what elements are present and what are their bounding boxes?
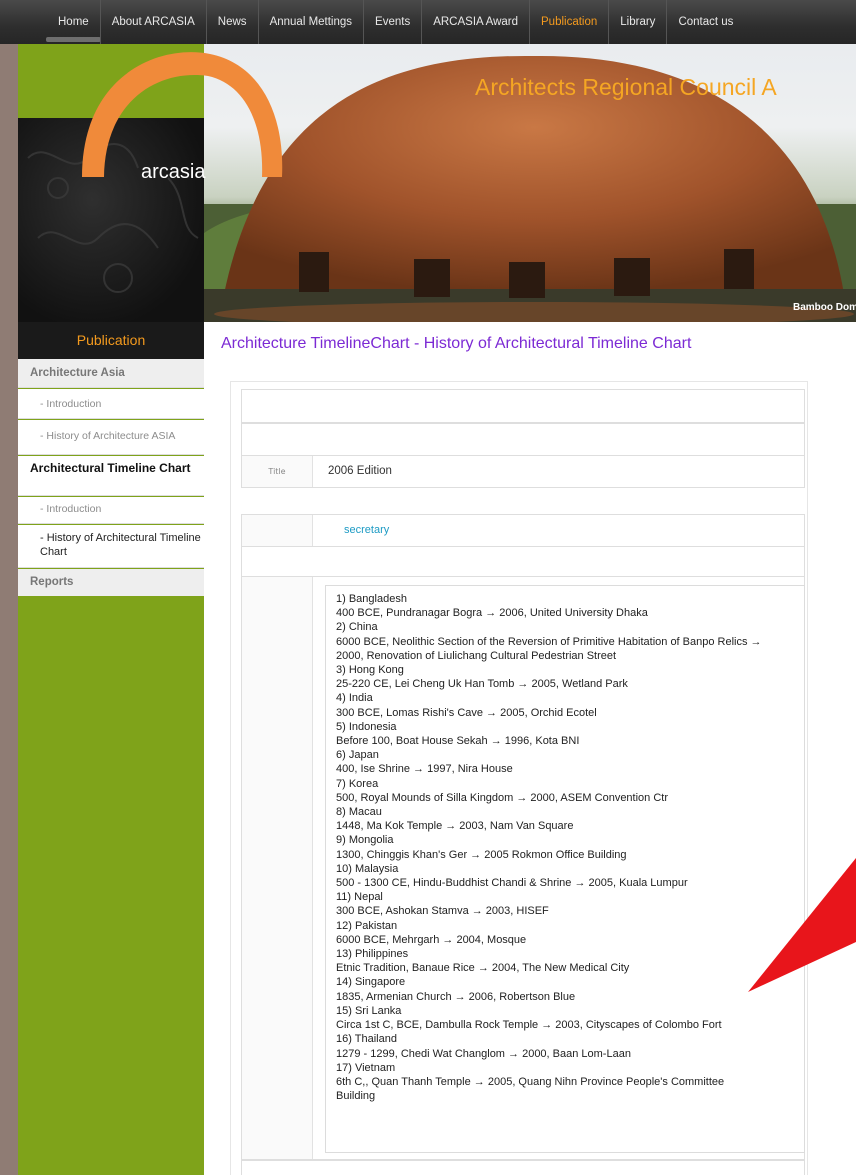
title-label: Title bbox=[268, 467, 286, 476]
nav-item-arcasia-award[interactable]: ARCASIA Award bbox=[422, 0, 531, 44]
author-link[interactable]: secretary bbox=[344, 524, 389, 536]
sidebar-item-history-timeline-chart[interactable]: - History of Architectural Timeline Char… bbox=[18, 525, 204, 568]
timeline-line: 300 BCE, Ashokan Stamva → 2003, HISEF bbox=[336, 905, 549, 918]
timeline-line: 4) India bbox=[336, 692, 373, 705]
table-row-blank-2 bbox=[241, 423, 805, 456]
timeline-line: 16) Thailand bbox=[336, 1033, 397, 1046]
sidebar-item-timeline-introduction[interactable]: - Introduction bbox=[18, 497, 204, 524]
timeline-line: Circa 1st C, BCE, Dambulla Rock Temple →… bbox=[336, 1019, 722, 1032]
nav-item-publication[interactable]: Publication bbox=[530, 0, 610, 44]
timeline-line: 11) Nepal bbox=[336, 891, 383, 904]
sidebar-item-history-architecture-asia[interactable]: - History of Architecture ASIA bbox=[18, 420, 204, 455]
timeline-line: 9) Mongolia bbox=[336, 834, 394, 847]
sidebar-item-label: - Introduction bbox=[40, 398, 102, 410]
timeline-line: 17) Vietnam bbox=[336, 1061, 396, 1074]
table-row-author: secretary bbox=[241, 514, 805, 547]
timeline-line: 3) Hong Kong bbox=[336, 664, 404, 677]
nav-item-contact-us[interactable]: Contact us bbox=[667, 0, 744, 44]
nav-item-about-arcasia[interactable]: About ARCASIA bbox=[101, 0, 207, 44]
timeline-line: 2) China bbox=[336, 621, 378, 634]
timeline-line: 6) Japan bbox=[336, 749, 379, 762]
timeline-line: Etnic Tradition, Banaue Rice → 2004, The… bbox=[336, 962, 630, 975]
table-row-title: Title 2006 Edition bbox=[241, 455, 805, 488]
title-label-cell: Title bbox=[242, 456, 313, 487]
timeline-line: 6th C,, Quan Thanh Temple → 2005, Quang … bbox=[336, 1075, 725, 1088]
sidebar-item-label: - History of Architecture ASIA bbox=[40, 430, 176, 442]
top-navigation: Home About ARCASIA News Annual Mettings Even… bbox=[0, 0, 856, 44]
sidebar-item-label: Architectural Timeline Chart bbox=[30, 461, 191, 475]
nav-item-news[interactable]: News bbox=[207, 0, 259, 44]
timeline-line: 15) Sri Lanka bbox=[336, 1004, 402, 1017]
timeline-line: 1) Bangladesh bbox=[336, 593, 407, 605]
logo-text[interactable]: arcasia bbox=[141, 161, 205, 184]
nav-item-home[interactable]: Home bbox=[47, 0, 101, 44]
timeline-line: 10) Malaysia bbox=[336, 862, 399, 875]
sidebar-item-label: - History of Architectural Timeline Char… bbox=[40, 532, 201, 558]
page-root: Home About ARCASIA News Annual Mettings Even… bbox=[0, 0, 856, 1175]
content-label-cell bbox=[242, 577, 313, 1159]
sidebar-item-architectural-timeline-chart[interactable]: Architectural Timeline Chart bbox=[18, 456, 204, 496]
hero-caption: Bamboo Dome Bi bbox=[793, 302, 856, 313]
hero-title: Architects Regional Council A bbox=[475, 74, 777, 100]
timeline-line: 500, Royal Mounds of Silla Kingdom → 200… bbox=[336, 791, 669, 804]
left-border-strip bbox=[0, 44, 18, 1175]
timeline-line: 13) Philippines bbox=[336, 948, 409, 961]
timeline-line: 1300, Chinggis Khan's Ger → 2005 Rokmon … bbox=[336, 848, 627, 861]
table-row-footer bbox=[241, 1160, 805, 1175]
timeline-line: Before 100, Boat House Sekah → 1996, Kot… bbox=[336, 735, 580, 748]
timeline-line: 2000, Renovation of Liulichang Cultural … bbox=[336, 649, 617, 662]
page-title: Architecture TimelineChart - History of … bbox=[221, 335, 692, 352]
sidebar-item-label: Architecture Asia bbox=[18, 359, 204, 387]
table-row-blank-1 bbox=[241, 389, 805, 423]
nav-list: Home About ARCASIA News Annual Mettings Even… bbox=[47, 0, 744, 44]
timeline-line: 300 BCE, Lomas Rishi's Cave → 2005, Orch… bbox=[336, 706, 597, 719]
timeline-line: Building bbox=[336, 1090, 376, 1103]
sidebar-item-label: - Introduction bbox=[40, 503, 102, 515]
timeline-line: 400, Ise Shrine → 1997, Nira House bbox=[336, 763, 513, 776]
timeline-line: 1448, Ma Kok Temple → 2003, Nam Van Squa… bbox=[336, 820, 574, 833]
timeline-line: 7) Korea bbox=[336, 777, 379, 790]
sidebar-header: Publication bbox=[18, 322, 204, 359]
timeline-line: 1279 - 1299, Chedi Wat Changlom → 2000, … bbox=[336, 1047, 631, 1060]
nav-item-annual-mettings[interactable]: Annual Mettings bbox=[259, 0, 365, 44]
timeline-content: 1) Bangladesh 400 BCE, Pundranagar Bogra … bbox=[325, 585, 805, 1153]
sidebar-item-label: Reports bbox=[18, 569, 204, 596]
timeline-line: 25-220 CE, Lei Cheng Uk Han Tomb → 2005,… bbox=[336, 678, 628, 691]
timeline-line: 1835, Armenian Church → 2006, Robertson … bbox=[336, 990, 576, 1003]
sidebar-item-reports[interactable]: Reports bbox=[18, 569, 204, 596]
timeline-line: 6000 BCE, Mehrgarh → 2004, Mosque bbox=[336, 933, 527, 946]
timeline-line: 400 BCE, Pundranagar Bogra → 2006, Unite… bbox=[336, 607, 648, 620]
author-label-cell bbox=[242, 515, 313, 546]
sidebar-item-introduction[interactable]: - Introduction bbox=[18, 389, 204, 419]
nav-item-events[interactable]: Events bbox=[364, 0, 423, 44]
timeline-line: 14) Singapore bbox=[336, 976, 406, 989]
nav-item-library[interactable]: Library bbox=[609, 0, 668, 44]
table-row-blank-3 bbox=[241, 546, 805, 577]
timeline-line: 6000 BCE, Neolithic Section of the Rever… bbox=[336, 635, 762, 648]
title-value: 2006 Edition bbox=[328, 465, 392, 477]
sidebar-item-architecture-asia[interactable]: Architecture Asia bbox=[18, 359, 204, 388]
red-arrow-icon bbox=[748, 858, 856, 992]
timeline-line: 500 - 1300 CE, Hindu-Buddhist Chandi & S… bbox=[336, 877, 688, 890]
timeline-line: 5) Indonesia bbox=[336, 720, 397, 733]
timeline-line: 8) Macau bbox=[336, 806, 382, 819]
timeline-line: 12) Pakistan bbox=[336, 919, 398, 932]
